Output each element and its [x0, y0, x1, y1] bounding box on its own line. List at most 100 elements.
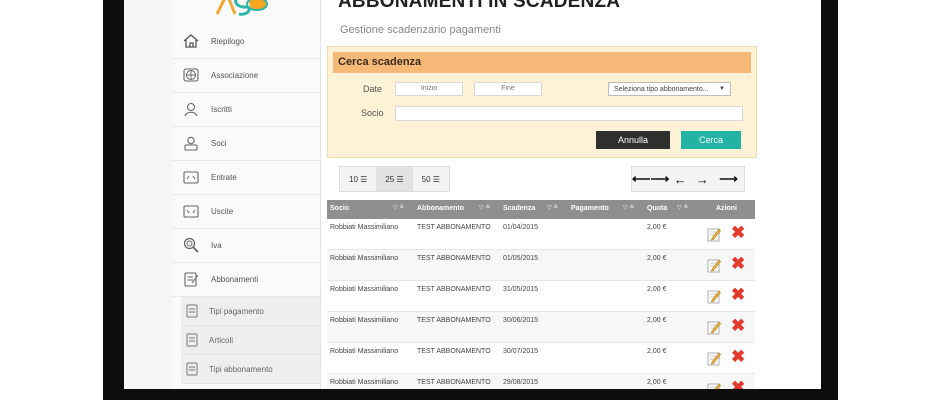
left-gutter — [124, 0, 173, 389]
page-size-label: 50 — [421, 174, 431, 184]
pagination-nav: ⟵⟶ ← → ⟶ — [631, 166, 745, 192]
first-page-icon[interactable]: ⟵⟶ — [632, 167, 669, 191]
income-icon — [182, 168, 200, 186]
app-logo — [215, 0, 268, 16]
subscription-icon — [182, 270, 200, 288]
device-bezel-left — [103, 0, 124, 400]
table-row: Robbiati Massimiliano TEST ABBONAMENTO 30/… — [327, 312, 755, 343]
page-size-label: 10 — [349, 174, 358, 184]
start-date-input[interactable] — [395, 82, 463, 96]
column-header-abbonamento[interactable]: Abbonamento — [417, 205, 464, 212]
table-header: Socio ▽ ≙ Abbonamento ▽ ≙ Scadenza ▽ ≙ P… — [327, 200, 755, 219]
search-panel-title: Cerca scadenza — [338, 56, 422, 68]
expense-icon — [182, 202, 200, 220]
edit-icon[interactable] — [707, 226, 721, 242]
page-size-50-button[interactable]: 50 ☰ — [413, 167, 449, 191]
cell-scadenza: 01/04/2015 — [503, 224, 539, 231]
cancel-button[interactable]: Annulla — [596, 131, 670, 149]
delete-icon[interactable]: ✖ — [731, 224, 747, 241]
cell-abbonamento: TEST ABBONAMENTO — [417, 286, 491, 293]
end-date-input[interactable] — [474, 82, 542, 96]
sidebar-nav: Riepilogo Associazione Iscritti Soci Ent… — [173, 0, 321, 389]
sidebar-item-abbonamenti[interactable]: Abbonamenti — [173, 262, 320, 297]
edit-icon[interactable] — [707, 319, 721, 335]
column-header-pagamento[interactable]: Pagamento — [571, 205, 609, 212]
sidebar-subitem-label: Articoli — [209, 335, 234, 345]
home-icon — [182, 32, 200, 50]
delete-icon[interactable]: ✖ — [731, 255, 747, 272]
sidebar-item-uscite[interactable]: Uscite — [173, 194, 320, 229]
sort-icon[interactable]: ▽ ≙ — [677, 204, 688, 211]
edit-icon[interactable] — [707, 288, 721, 304]
sidebar-item-riepilogo[interactable]: Riepilogo — [173, 24, 320, 59]
globe-icon — [182, 66, 200, 84]
sidebar-item-label: Entrate — [211, 172, 237, 182]
sidebar-item-label: Soci — [211, 138, 227, 148]
cell-scadenza: 30/07/2015 — [503, 348, 539, 355]
sidebar-subitem-label: Tipi pagamento — [209, 306, 264, 316]
table-row: Robbiati Massimiliano TEST ABBONAMENTO 01/… — [327, 250, 755, 281]
next-page-icon[interactable]: → — [691, 167, 713, 191]
cell-quota: 2,00 € — [647, 224, 667, 231]
magnifier-icon — [182, 236, 200, 254]
main-content: ABBONAMENTI IN SCADENZA Gestione scadenz… — [327, 0, 821, 389]
column-header-socio[interactable]: Socio — [330, 205, 349, 212]
column-header-scadenza[interactable]: Scadenza — [503, 205, 535, 212]
user-card-icon — [182, 134, 200, 152]
cell-scadenza: 29/08/2015 — [503, 379, 539, 386]
sidebar-item-label: Uscite — [211, 206, 234, 216]
search-button[interactable]: Cerca — [681, 131, 741, 149]
sort-icon[interactable]: ▽ ≙ — [547, 204, 558, 211]
member-label: Socio — [361, 108, 384, 118]
sidebar-item-label: Associazione — [211, 70, 259, 80]
cell-quota: 2,00 € — [647, 348, 667, 355]
sidebar-item-label: Riepilogo — [211, 36, 245, 46]
sidebar-item-label: Abbonamenti — [211, 274, 259, 284]
cell-quota: 2,00 € — [647, 379, 667, 386]
date-label: Date — [363, 84, 383, 94]
sort-icon[interactable]: ▽ ≙ — [623, 204, 634, 211]
sidebar-item-soci[interactable]: Soci — [173, 126, 320, 161]
sidebar-item-iva[interactable]: Iva — [173, 228, 320, 263]
member-input[interactable] — [395, 106, 743, 121]
page-size-10-button[interactable]: 10 ☰ — [340, 167, 376, 191]
sidebar-item-associazione[interactable]: Associazione — [173, 58, 320, 93]
table-row: Robbiati Massimiliano TEST ABBONAMENTO 29/… — [327, 374, 755, 389]
delete-icon[interactable]: ✖ — [731, 348, 747, 365]
table-row: Robbiati Massimiliano TEST ABBONAMENTO 01/… — [327, 219, 755, 250]
previous-page-icon[interactable]: ← — [669, 167, 691, 191]
delete-icon[interactable]: ✖ — [731, 317, 747, 334]
sidebar-item-iscritti[interactable]: Iscritti — [173, 92, 320, 127]
edit-icon[interactable] — [707, 257, 721, 273]
caret-down-icon: ▼ — [719, 86, 725, 92]
page-size-25-button[interactable]: 25 ☰ — [376, 167, 413, 191]
sort-icon[interactable]: ▽ ≙ — [479, 204, 490, 211]
cell-abbonamento: TEST ABBONAMENTO — [417, 224, 491, 231]
sidebar-subitem-tipi-pagamento[interactable]: Tipi pagamento — [181, 297, 320, 326]
device-bezel-bottom — [103, 389, 838, 400]
delete-icon[interactable]: ✖ — [731, 379, 747, 389]
sidebar-item-label: Iva — [211, 240, 222, 250]
edit-icon[interactable] — [707, 350, 721, 366]
cell-socio: Robbiati Massimiliano — [330, 348, 399, 355]
sidebar-item-entrate[interactable]: Entrate — [173, 160, 320, 195]
list-icon: ☰ — [432, 174, 440, 184]
subscription-type-select[interactable]: Seleziona tipo abbonamento... ▼ — [608, 82, 731, 96]
column-header-quota[interactable]: Quota — [647, 205, 667, 212]
cell-abbonamento: TEST ABBONAMENTO — [417, 379, 491, 386]
page-size-label: 25 — [385, 174, 395, 184]
cell-socio: Robbiati Massimiliano — [330, 317, 399, 324]
sidebar-subitem-tipi-abbonamento[interactable]: Tipi abbonamento — [181, 355, 320, 384]
subscription-type-value: Seleziona tipo abbonamento... — [614, 86, 709, 93]
edit-icon[interactable] — [707, 381, 721, 389]
sidebar-subitem-articoli[interactable]: Articoli — [181, 326, 320, 355]
cell-socio: Robbiati Massimiliano — [330, 255, 399, 262]
screen: Riepilogo Associazione Iscritti Soci Ent… — [124, 0, 821, 389]
page-subtitle: Gestione scadenzario pagamenti — [340, 24, 501, 36]
search-panel-header: Cerca scadenza — [333, 52, 751, 73]
delete-icon[interactable]: ✖ — [731, 286, 747, 303]
list-icon: ☰ — [360, 174, 368, 184]
sort-icon[interactable]: ▽ ≙ — [393, 204, 404, 211]
last-page-icon[interactable]: ⟶ — [713, 167, 744, 191]
user-icon — [182, 100, 200, 118]
